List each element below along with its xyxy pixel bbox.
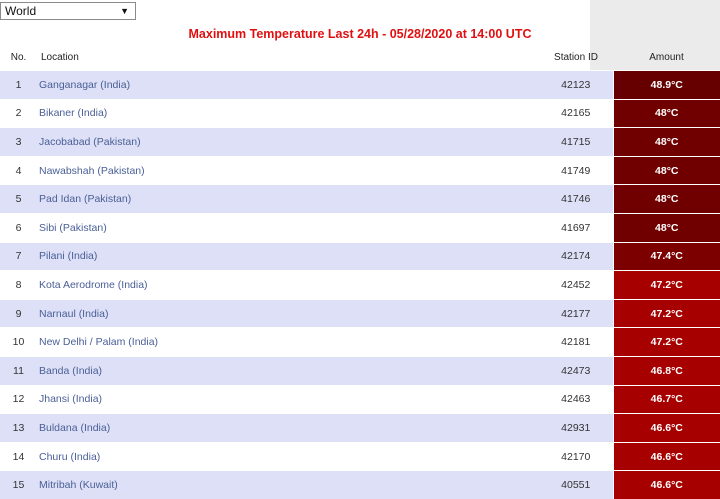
row-number: 10 [0,327,37,357]
table-row: 14 Churu (India) 42170 46.6°C [0,441,720,471]
page-title: Maximum Temperature Last 24h - 05/28/202… [0,27,720,41]
station-id: 40551 [539,470,613,499]
table-row: 2 Bikaner (India) 42165 48°C [0,98,720,128]
temperature-amount: 47.4°C [612,241,720,271]
temperature-amount: 47.2°C [612,270,720,300]
station-id: 42931 [539,413,613,443]
table-row: 5 Pad Idan (Pakistan) 41746 48°C [0,184,720,214]
row-number: 11 [0,355,37,386]
column-header-no[interactable]: No. [0,45,37,71]
location-link[interactable]: Churu (India) [37,441,539,471]
temperature-table: No. Location Station ID Amount 1 Ganganag… [0,45,720,499]
location-link[interactable]: Jhansi (India) [37,384,539,414]
location-link[interactable]: New Delhi / Palam (India) [37,327,539,357]
table-header-row: No. Location Station ID Amount [0,45,720,71]
temperature-amount: 48.9°C [612,70,720,100]
row-number: 5 [0,184,37,214]
temperature-amount: 47.2°C [612,298,720,328]
table-row: 6 Sibi (Pakistan) 41697 48°C [0,212,720,243]
location-link[interactable]: Bikaner (India) [37,98,539,128]
location-link[interactable]: Jacobabad (Pakistan) [37,127,539,157]
temperature-amount: 46.6°C [612,470,720,499]
row-number: 15 [0,470,37,499]
station-id: 42473 [539,355,613,386]
location-link[interactable]: Banda (India) [37,355,539,386]
station-id: 42165 [539,98,613,128]
station-id: 42181 [539,327,613,357]
location-link[interactable]: Ganganagar (India) [37,70,539,100]
station-id: 41746 [539,184,613,214]
temperature-amount: 48°C [612,184,720,214]
temperature-amount: 46.7°C [612,384,720,414]
station-id: 41697 [539,212,613,243]
temperature-amount: 48°C [612,212,720,243]
table-body: 1 Ganganagar (India) 42123 48.9°C 2 Bikaner (… [0,70,720,499]
location-link[interactable]: Pad Idan (Pakistan) [37,184,539,214]
region-select[interactable]: World ▼ [0,2,136,20]
row-number: 1 [0,70,37,100]
chevron-down-icon: ▼ [120,6,129,16]
location-link[interactable]: Sibi (Pakistan) [37,212,539,243]
row-number: 7 [0,241,37,271]
station-id: 42452 [539,270,613,300]
page-title-text: Maximum Temperature Last 24h - 05/28/202… [188,27,532,41]
station-id: 42123 [539,70,613,100]
table-row: 1 Ganganagar (India) 42123 48.9°C [0,70,720,100]
temperature-amount: 48°C [612,98,720,128]
location-link[interactable]: Mitribah (Kuwait) [37,470,539,499]
temperature-amount: 48°C [612,155,720,185]
temperature-amount: 46.8°C [612,355,720,386]
station-id: 41715 [539,127,613,157]
table-row: 3 Jacobabad (Pakistan) 41715 48°C [0,127,720,157]
table-row: 12 Jhansi (India) 42463 46.7°C [0,384,720,414]
row-number: 9 [0,298,37,328]
column-header-station-id[interactable]: Station ID [539,45,613,71]
table-row: 4 Nawabshah (Pakistan) 41749 48°C [0,155,720,185]
row-number: 14 [0,441,37,471]
table-row: 11 Banda (India) 42473 46.8°C [0,355,720,386]
location-link[interactable]: Nawabshah (Pakistan) [37,155,539,185]
column-header-amount[interactable]: Amount [613,45,720,71]
table-row: 7 Pilani (India) 42174 47.4°C [0,241,720,271]
row-number: 4 [0,155,37,185]
location-link[interactable]: Narnaul (India) [37,298,539,328]
table-row: 8 Kota Aerodrome (India) 42452 47.2°C [0,270,720,300]
row-number: 2 [0,98,37,128]
station-id: 42463 [539,384,613,414]
location-link[interactable]: Kota Aerodrome (India) [37,270,539,300]
temperature-amount: 46.6°C [612,413,720,443]
column-header-location[interactable]: Location [37,45,539,71]
temperature-amount: 48°C [612,127,720,157]
region-select-value: World [5,4,37,18]
location-link[interactable]: Pilani (India) [37,241,539,271]
temperature-amount: 47.2°C [612,327,720,357]
table-row: 9 Narnaul (India) 42177 47.2°C [0,298,720,328]
row-number: 8 [0,270,37,300]
station-id: 42177 [539,298,613,328]
temperature-amount: 46.6°C [612,441,720,471]
station-id: 42170 [539,441,613,471]
row-number: 12 [0,384,37,414]
station-id: 42174 [539,241,613,271]
station-id: 41749 [539,155,613,185]
table-row: 10 New Delhi / Palam (India) 42181 47.2°C [0,327,720,357]
table-row: 15 Mitribah (Kuwait) 40551 46.6°C [0,470,720,499]
row-number: 3 [0,127,37,157]
row-number: 13 [0,413,37,443]
table-row: 13 Buldana (India) 42931 46.6°C [0,413,720,443]
row-number: 6 [0,212,37,243]
location-link[interactable]: Buldana (India) [37,413,539,443]
